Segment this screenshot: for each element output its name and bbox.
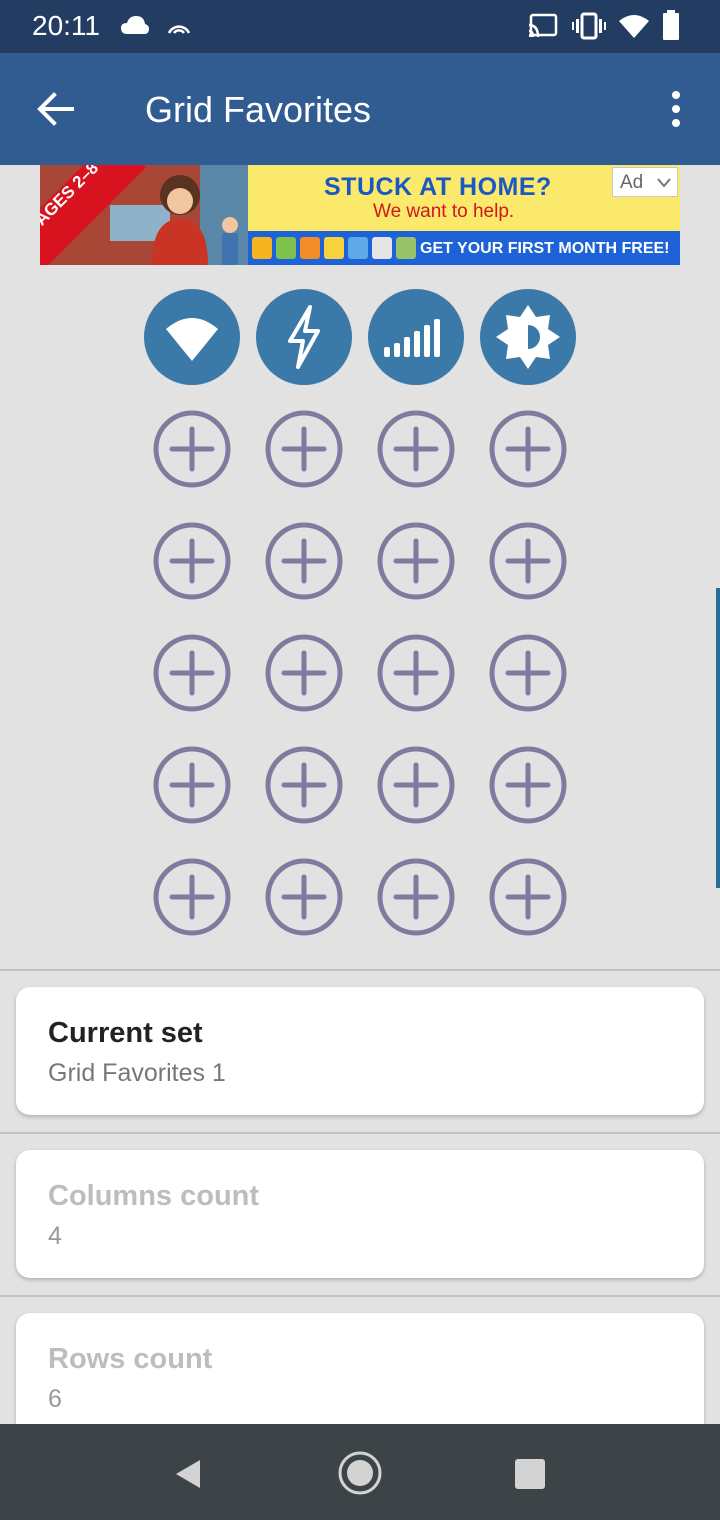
ad-headline: STUCK AT HOME? bbox=[324, 173, 552, 201]
add-slot-button[interactable] bbox=[264, 857, 344, 937]
add-circle-icon bbox=[153, 634, 231, 712]
setting-title: Columns count bbox=[48, 1180, 260, 1212]
favorite-tile-wifi[interactable] bbox=[144, 289, 240, 385]
add-circle-icon bbox=[489, 746, 567, 824]
add-circle-icon bbox=[377, 746, 455, 824]
signal-icon bbox=[384, 319, 440, 357]
add-slot-button[interactable] bbox=[376, 633, 456, 713]
status-bar: 20:11 bbox=[0, 0, 720, 53]
add-circle-icon bbox=[153, 522, 231, 600]
setting-value: Grid Favorites 1 bbox=[48, 1059, 226, 1087]
add-slot-button[interactable] bbox=[376, 745, 456, 825]
status-time: 20:11 bbox=[32, 10, 100, 41]
add-circle-icon bbox=[153, 410, 231, 488]
add-slot-button[interactable] bbox=[264, 633, 344, 713]
back-button[interactable] bbox=[28, 83, 84, 135]
cloud-icon bbox=[121, 16, 149, 34]
add-circle-icon bbox=[377, 634, 455, 712]
add-circle-icon bbox=[489, 522, 567, 600]
add-circle-icon bbox=[377, 522, 455, 600]
add-circle-icon bbox=[489, 858, 567, 936]
ad-image: AGES 2–8 bbox=[40, 165, 248, 265]
wifi-icon bbox=[166, 318, 218, 361]
add-circle-icon bbox=[377, 858, 455, 936]
add-slot-button[interactable] bbox=[376, 409, 456, 489]
nav-recents-icon bbox=[515, 1459, 545, 1489]
app-bar: Grid Favorites bbox=[0, 53, 720, 165]
more-vert-icon bbox=[672, 91, 680, 127]
add-slot-button[interactable] bbox=[152, 409, 232, 489]
add-slot-button[interactable] bbox=[488, 633, 568, 713]
add-slot-button[interactable] bbox=[488, 745, 568, 825]
add-slot-button[interactable] bbox=[152, 745, 232, 825]
setting-value: 4 bbox=[48, 1222, 62, 1250]
add-circle-icon bbox=[153, 746, 231, 824]
add-slot-button[interactable] bbox=[152, 633, 232, 713]
ad-label: Ad bbox=[620, 172, 644, 193]
ad-banner[interactable]: AGES 2–8 STUCK AT HOME? We want to help.… bbox=[40, 165, 680, 265]
nav-back-icon bbox=[176, 1460, 200, 1488]
battery-icon bbox=[663, 10, 679, 40]
setting-title: Current set bbox=[48, 1017, 203, 1049]
add-slot-button[interactable] bbox=[264, 521, 344, 601]
add-slot-button[interactable] bbox=[488, 521, 568, 601]
nav-home-button[interactable] bbox=[337, 1450, 383, 1496]
scroll-indicator[interactable] bbox=[716, 588, 720, 888]
arrow-back-icon bbox=[37, 92, 74, 126]
favorite-tile-brightness[interactable] bbox=[480, 289, 576, 385]
vibrate-icon bbox=[572, 12, 606, 40]
add-circle-icon bbox=[265, 746, 343, 824]
system-nav-bar bbox=[0, 1424, 720, 1520]
rows-count-setting[interactable]: Rows count 6 bbox=[16, 1313, 704, 1441]
divider bbox=[0, 1295, 720, 1297]
add-slot-button[interactable] bbox=[488, 409, 568, 489]
flash-icon bbox=[288, 305, 320, 369]
add-slot-button[interactable] bbox=[152, 857, 232, 937]
wifi-icon bbox=[619, 15, 649, 38]
add-circle-icon bbox=[489, 634, 567, 712]
app-icons-strip bbox=[252, 237, 416, 259]
overflow-menu-button[interactable] bbox=[656, 89, 696, 133]
ad-cta: GET YOUR FIRST MONTH FREE! bbox=[420, 240, 670, 257]
current-set-setting[interactable]: Current set Grid Favorites 1 bbox=[16, 987, 704, 1115]
divider bbox=[0, 969, 720, 971]
add-circle-icon bbox=[265, 410, 343, 488]
nav-recents-button[interactable] bbox=[508, 1452, 552, 1496]
cast-icon bbox=[528, 13, 558, 38]
ad-subline: We want to help. bbox=[373, 201, 515, 222]
divider bbox=[0, 1132, 720, 1134]
brightness-icon bbox=[496, 305, 560, 369]
columns-count-setting[interactable]: Columns count 4 bbox=[16, 1150, 704, 1278]
add-circle-icon bbox=[489, 410, 567, 488]
add-slot-button[interactable] bbox=[488, 857, 568, 937]
add-slot-button[interactable] bbox=[376, 857, 456, 937]
hotspot-icon bbox=[167, 25, 191, 34]
page-title: Grid Favorites bbox=[145, 89, 372, 130]
add-slot-button[interactable] bbox=[376, 521, 456, 601]
add-circle-icon bbox=[265, 858, 343, 936]
favorite-tile-flash[interactable] bbox=[256, 289, 352, 385]
setting-title: Rows count bbox=[48, 1343, 213, 1375]
add-circle-icon bbox=[265, 522, 343, 600]
nav-back-button[interactable] bbox=[168, 1452, 212, 1496]
chevron-down-icon bbox=[657, 178, 671, 188]
add-circle-icon bbox=[153, 858, 231, 936]
favorite-tile-signal[interactable] bbox=[368, 289, 464, 385]
add-circle-icon bbox=[265, 634, 343, 712]
add-slot-button[interactable] bbox=[264, 745, 344, 825]
add-circle-icon bbox=[377, 410, 455, 488]
add-slot-button[interactable] bbox=[264, 409, 344, 489]
nav-home-icon bbox=[338, 1451, 382, 1495]
ad-choices-button[interactable]: Ad bbox=[612, 167, 678, 197]
setting-value: 6 bbox=[48, 1385, 62, 1413]
add-slot-button[interactable] bbox=[152, 521, 232, 601]
